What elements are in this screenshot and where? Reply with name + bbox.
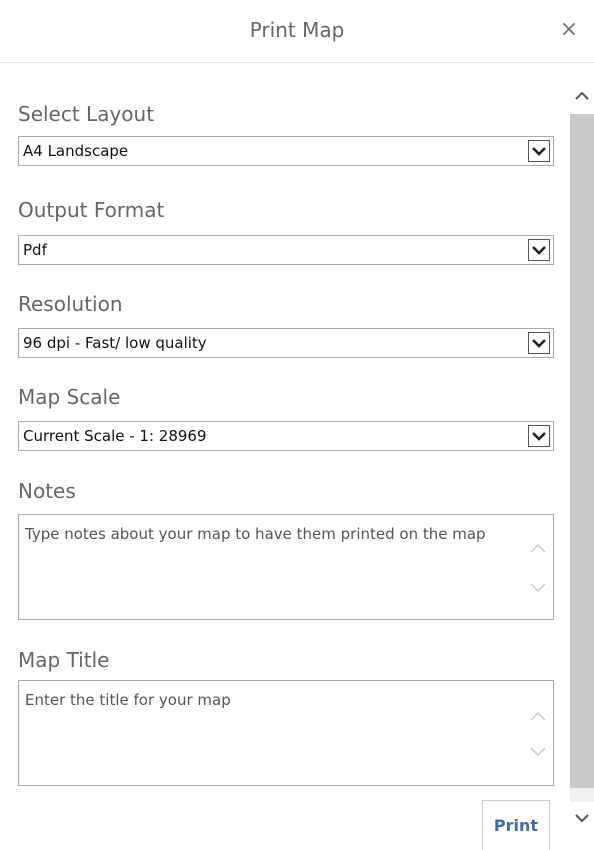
chevron-down-icon[interactable]	[570, 802, 594, 834]
scrollbar-thumb[interactable]	[570, 114, 594, 788]
notes-placeholder: Type notes about your map to have them p…	[25, 525, 486, 543]
print-button[interactable]: Print	[482, 800, 550, 850]
resolution-value: 96 dpi - Fast/ low quality	[23, 334, 207, 352]
map-title-textarea[interactable]: Enter the title for your map	[18, 680, 554, 786]
map-title-label: Map Title	[18, 648, 110, 672]
close-icon[interactable]: ×	[556, 14, 582, 44]
resolution-dropdown[interactable]: 96 dpi - Fast/ low quality	[18, 328, 554, 358]
map-scale-label: Map Scale	[18, 385, 121, 409]
chevron-down-icon	[528, 332, 550, 354]
chevron-down-icon	[528, 239, 550, 261]
chevron-down-icon[interactable]	[527, 741, 549, 763]
output-format-dropdown[interactable]: Pdf	[18, 235, 554, 265]
chevron-up-icon[interactable]	[570, 80, 594, 112]
chevron-up-icon[interactable]	[527, 537, 549, 559]
panel-scrollbar[interactable]	[570, 80, 594, 850]
select-layout-label: Select Layout	[18, 102, 155, 126]
output-format-label: Output Format	[18, 198, 165, 222]
select-layout-value: A4 Landscape	[23, 142, 129, 160]
chevron-down-icon[interactable]	[527, 577, 549, 599]
resolution-label: Resolution	[18, 292, 123, 316]
select-layout-dropdown[interactable]: A4 Landscape	[18, 136, 554, 166]
dialog-header: Print Map ×	[0, 0, 594, 63]
map-title-placeholder: Enter the title for your map	[25, 691, 231, 709]
output-format-value: Pdf	[23, 241, 47, 259]
chevron-down-icon	[528, 425, 550, 447]
dialog-title: Print Map	[249, 18, 345, 42]
map-scale-dropdown[interactable]: Current Scale - 1: 28969	[18, 421, 554, 451]
notes-label: Notes	[18, 479, 76, 503]
chevron-down-icon	[528, 140, 550, 162]
chevron-up-icon[interactable]	[527, 705, 549, 727]
scrollbar-track[interactable]	[570, 114, 594, 802]
notes-textarea[interactable]: Type notes about your map to have them p…	[18, 514, 554, 620]
map-scale-value: Current Scale - 1: 28969	[23, 427, 207, 445]
